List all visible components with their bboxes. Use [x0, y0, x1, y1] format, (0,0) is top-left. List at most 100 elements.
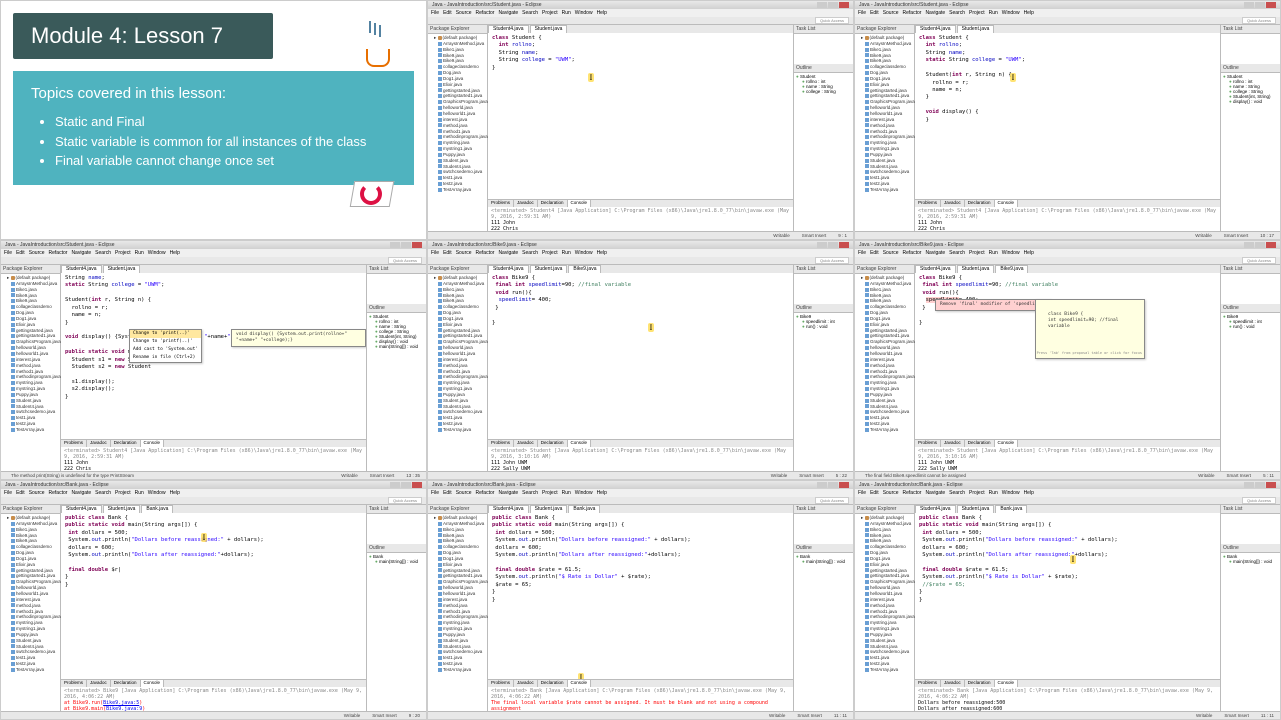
menu-refactor[interactable]: Refactor — [903, 490, 922, 496]
bottom-tab-javadoc[interactable]: Javadoc — [514, 440, 538, 447]
package-explorer[interactable]: Package Explorer▸ (default package)Array… — [855, 265, 915, 471]
menu-help[interactable]: Help — [1024, 10, 1034, 16]
outline-item[interactable]: ● run() : void — [1223, 324, 1278, 329]
editor-tab[interactable]: Student4.java — [61, 265, 102, 273]
console-output[interactable]: <terminated> Student4 [Java Application]… — [488, 207, 793, 231]
quick-access[interactable]: Quick Access — [815, 17, 849, 24]
editor-tab[interactable]: Student4.java — [915, 505, 956, 513]
tree-pkg[interactable]: ▸ (default package) — [430, 515, 485, 521]
menu-project[interactable]: Project — [969, 490, 985, 496]
close-button[interactable] — [412, 242, 422, 248]
editor-tab[interactable]: Student.java — [957, 265, 995, 273]
tree-file[interactable]: TestArray.java — [430, 187, 485, 193]
tree-pkg[interactable]: ▸ (default package) — [430, 275, 485, 281]
menu-edit[interactable]: Edit — [16, 250, 25, 256]
outline-view[interactable]: ● Bank● main(String[]) : void — [794, 553, 853, 711]
quick-access[interactable]: Quick Access — [815, 257, 849, 264]
maximize-button[interactable] — [1255, 482, 1265, 488]
menu-navigate[interactable]: Navigate — [71, 250, 91, 256]
code-editor[interactable]: class Bike9 { final int speedlimit=90; /… — [488, 273, 793, 439]
editor-tab[interactable]: Student4.java — [61, 505, 102, 513]
maximize-button[interactable] — [828, 482, 838, 488]
menu-window[interactable]: Window — [575, 490, 593, 496]
menu-file[interactable]: File — [431, 10, 439, 16]
console-output[interactable]: <terminated> Student4 [Java Application]… — [61, 447, 366, 471]
bottom-tab-javadoc[interactable]: Javadoc — [87, 680, 111, 687]
bottom-tab-javadoc[interactable]: Javadoc — [941, 680, 965, 687]
tree-pkg[interactable]: ▸ (default package) — [3, 515, 58, 521]
maximize-button[interactable] — [828, 242, 838, 248]
minimize-button[interactable] — [1244, 482, 1254, 488]
editor-tab[interactable]: Bike9.java — [568, 265, 601, 273]
editor-tab[interactable]: Bank.java — [995, 505, 1027, 513]
tree-file[interactable]: TestArray.java — [857, 187, 912, 193]
close-button[interactable] — [1266, 482, 1276, 488]
menu-help[interactable]: Help — [597, 250, 607, 256]
menu-window[interactable]: Window — [1002, 250, 1020, 256]
editor-tab[interactable]: Student4.java — [488, 265, 529, 273]
menu-project[interactable]: Project — [542, 490, 558, 496]
menu-refactor[interactable]: Refactor — [903, 10, 922, 16]
minimize-button[interactable] — [817, 242, 827, 248]
outline-item[interactable]: ● college : String — [796, 89, 851, 94]
menu-file[interactable]: File — [431, 490, 439, 496]
minimize-button[interactable] — [1244, 2, 1254, 8]
autocomplete-item[interactable]: Rename in file (Ctrl+2) — [130, 354, 201, 362]
autocomplete-item[interactable]: Change to 'printf(..)' — [130, 338, 201, 346]
outline-item[interactable]: ● main(String[]) : void — [369, 559, 424, 564]
menu-window[interactable]: Window — [575, 10, 593, 16]
menu-edit[interactable]: Edit — [443, 10, 452, 16]
menu-run[interactable]: Run — [135, 490, 144, 496]
menu-project[interactable]: Project — [115, 250, 131, 256]
package-explorer[interactable]: Package Explorer▸ (default package)Array… — [428, 505, 488, 711]
menu-help[interactable]: Help — [170, 490, 180, 496]
menu-search[interactable]: Search — [522, 250, 538, 256]
menu-refactor[interactable]: Refactor — [49, 490, 68, 496]
menu-file[interactable]: File — [858, 250, 866, 256]
editor-tab[interactable]: Student4.java — [915, 265, 956, 273]
editor-tab[interactable]: Bank.java — [568, 505, 600, 513]
outline-view[interactable]: ● Bike9● speedlimit : int● run() : void — [794, 313, 853, 471]
minimize-button[interactable] — [390, 482, 400, 488]
quickfix-popup[interactable]: Remove 'final' modifier of 'speedlimit' — [935, 299, 1051, 311]
editor-tab[interactable]: Student.java — [957, 25, 995, 33]
console-output[interactable]: <terminated> Student4 [Java Application]… — [915, 207, 1220, 231]
bottom-tab-declaration[interactable]: Declaration — [965, 200, 995, 207]
menu-file[interactable]: File — [858, 10, 866, 16]
code-editor[interactable]: public class Bank {public static void ma… — [915, 513, 1220, 679]
bottom-tab-problems[interactable]: Problems — [61, 680, 87, 687]
bottom-tab-problems[interactable]: Problems — [61, 440, 87, 447]
quick-access[interactable]: Quick Access — [815, 497, 849, 504]
bottom-tab-javadoc[interactable]: Javadoc — [941, 200, 965, 207]
tree-pkg[interactable]: ▸ (default package) — [857, 275, 912, 281]
bottom-tab-console[interactable]: Console — [568, 680, 592, 687]
outline-item[interactable]: ● main(String[]) : void — [796, 559, 851, 564]
bottom-tab-problems[interactable]: Problems — [915, 200, 941, 207]
minimize-button[interactable] — [1244, 242, 1254, 248]
menu-refactor[interactable]: Refactor — [476, 250, 495, 256]
menu-window[interactable]: Window — [575, 250, 593, 256]
menu-help[interactable]: Help — [170, 250, 180, 256]
console-output[interactable]: <terminated> Student [Java Application] … — [488, 447, 793, 471]
tree-file[interactable]: TestArray.java — [3, 667, 58, 673]
code-editor[interactable]: public class Bank {public static void ma… — [61, 513, 366, 679]
editor-tab[interactable]: Student.java — [957, 505, 995, 513]
bottom-tab-declaration[interactable]: Declaration — [111, 440, 141, 447]
bottom-tab-declaration[interactable]: Declaration — [538, 440, 568, 447]
outline-view[interactable]: ● Bank● main(String[]) : void — [367, 553, 426, 711]
menu-window[interactable]: Window — [148, 250, 166, 256]
console-output[interactable]: <terminated> Bank [Java Application] C:\… — [488, 687, 793, 711]
menu-help[interactable]: Help — [597, 10, 607, 16]
bottom-tab-declaration[interactable]: Declaration — [111, 680, 141, 687]
menu-navigate[interactable]: Navigate — [71, 490, 91, 496]
autocomplete-popup[interactable]: Change to 'print(..)'Change to 'printf(.… — [129, 329, 202, 363]
close-button[interactable] — [1266, 2, 1276, 8]
menu-file[interactable]: File — [4, 250, 12, 256]
editor-tab[interactable]: Bike9.java — [995, 265, 1028, 273]
tree-pkg[interactable]: ▸ (default package) — [857, 35, 912, 41]
menu-window[interactable]: Window — [1002, 10, 1020, 16]
menu-source[interactable]: Source — [883, 250, 899, 256]
menu-navigate[interactable]: Navigate — [925, 250, 945, 256]
tree-file[interactable]: ArraysInMethod.java — [430, 521, 485, 527]
console-output[interactable]: <terminated> Student [Java Application] … — [915, 447, 1220, 471]
